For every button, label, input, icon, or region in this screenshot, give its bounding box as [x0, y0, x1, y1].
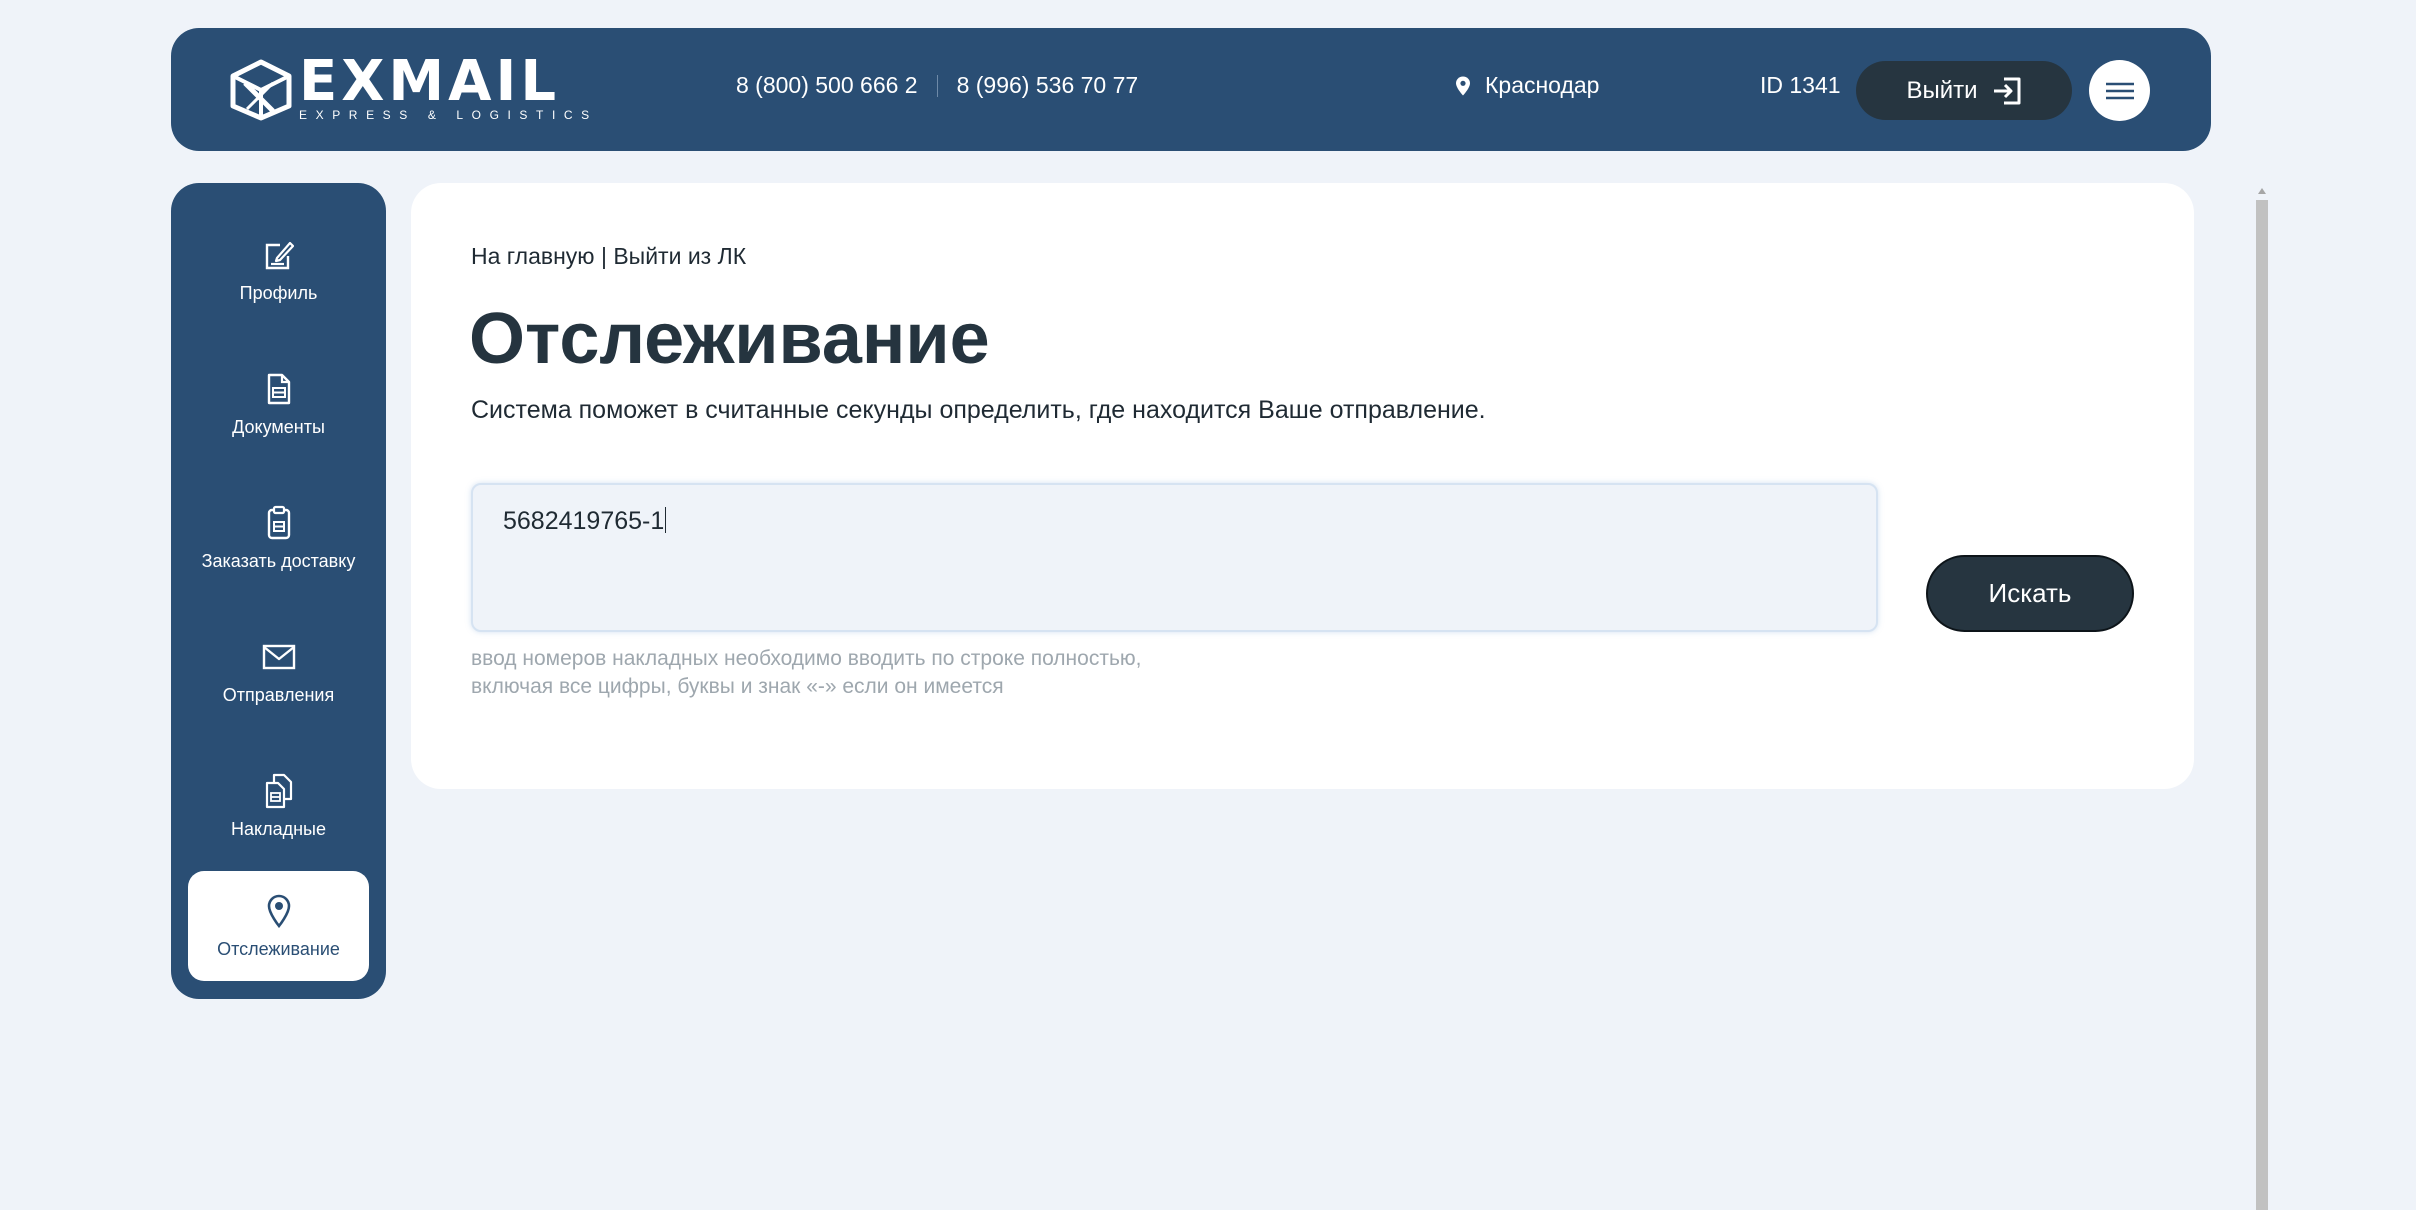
breadcrumb: На главную | Выйти из ЛК — [471, 243, 746, 270]
logo-tagline: EXPRESS & LOGISTICS — [299, 108, 598, 122]
page-title: Отслеживание — [469, 299, 990, 379]
sidebar-item-profile[interactable]: Профиль — [188, 215, 369, 325]
hamburger-menu-button[interactable] — [2089, 60, 2150, 121]
breadcrumb-separator: | — [600, 243, 607, 269]
search-button[interactable]: Искать — [1926, 555, 2134, 632]
sidebar-item-invoices[interactable]: Накладные — [188, 751, 369, 861]
sidebar-nav: Профиль Документы Заказать доставку Отпр… — [171, 183, 386, 999]
edit-icon — [265, 241, 294, 269]
sidebar-item-label: Накладные — [231, 818, 326, 839]
sidebar-item-documents[interactable]: Документы — [188, 349, 369, 459]
location-pin-icon — [1456, 76, 1470, 95]
sidebar-item-shipments[interactable]: Отправления — [188, 617, 369, 727]
logout-icon — [1993, 77, 2021, 104]
sidebar-item-label: Документы — [232, 416, 325, 437]
input-hint-line: включая все цифры, буквы и знак «-» если… — [471, 675, 1004, 698]
breadcrumb-logout-link[interactable]: Выйти из ЛК — [613, 243, 746, 269]
location-pin-icon — [267, 894, 290, 928]
contact-phones: 8 (800) 500 666 2 8 (996) 536 70 77 — [736, 72, 1138, 99]
sidebar-item-label: Профиль — [239, 282, 318, 303]
user-id: ID 1341 — [1760, 72, 1841, 98]
input-hint-line: ввод номеров накладных необходимо вводит… — [471, 647, 1142, 670]
sidebar-item-label: Заказать доставку — [201, 550, 356, 571]
envelope-icon — [262, 644, 295, 669]
tracking-number-value: 5682419765-1 — [503, 507, 665, 535]
text-caret — [665, 507, 667, 533]
invoices-icon — [265, 773, 292, 808]
scrollbar-thumb[interactable] — [2256, 200, 2268, 1210]
phone-link-1[interactable]: 8 (800) 500 666 2 — [736, 72, 918, 99]
sidebar-item-label: Отправления — [222, 684, 335, 705]
hamburger-menu-icon — [2105, 82, 2134, 99]
document-icon — [267, 373, 290, 404]
sidebar-item-order-delivery[interactable]: Заказать доставку — [188, 483, 369, 593]
box-logo-icon — [230, 59, 292, 121]
breadcrumb-home-link[interactable]: На главную — [471, 243, 595, 269]
phone-link-2[interactable]: 8 (996) 536 70 77 — [957, 72, 1139, 99]
exmail-logo[interactable]: EXMAIL EXPRESS & LOGISTICS — [229, 49, 598, 122]
top-header: EXMAIL EXPRESS & LOGISTICS 8 (800) 500 6… — [171, 28, 2211, 151]
clipboard-icon — [267, 505, 290, 539]
city-selector[interactable]: Краснодар — [1455, 72, 1599, 99]
tracking-number-input[interactable]: 5682419765-1 — [471, 483, 1878, 632]
sidebar-item-tracking[interactable]: Отслеживание — [188, 871, 369, 981]
page-description: Система поможет в считанные секунды опре… — [471, 396, 1486, 424]
scroll-up-icon[interactable] — [2258, 188, 2266, 194]
tracking-card: На главную | Выйти из ЛК Отслеживание Си… — [411, 183, 2194, 789]
input-hint: ввод номеров накладных необходимо вводит… — [471, 645, 1141, 701]
phone-divider — [936, 74, 938, 97]
logout-label: Выйти — [1906, 76, 1978, 104]
logout-button[interactable]: Выйти — [1856, 61, 2072, 120]
city-name: Краснодар — [1485, 72, 1600, 98]
page-scrollbar[interactable] — [2256, 188, 2268, 1210]
logo-wordmark: EXMAIL — [299, 49, 561, 114]
sidebar-item-label: Отслеживание — [217, 938, 340, 959]
